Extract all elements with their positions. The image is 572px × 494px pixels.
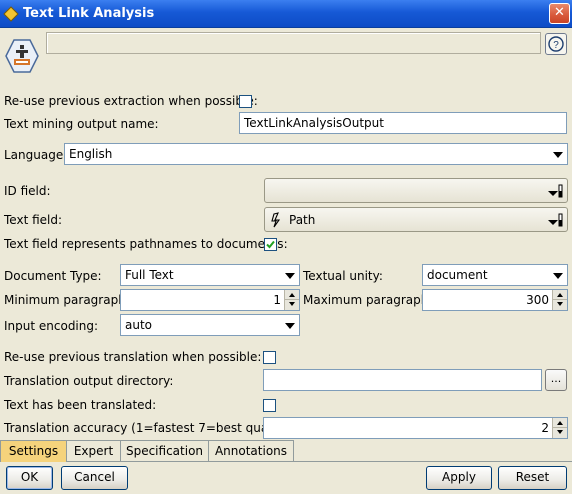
increment-button[interactable] xyxy=(284,290,299,300)
language-value: English xyxy=(69,147,113,161)
textual-unity-select[interactable]: document xyxy=(422,264,568,286)
reuse-extraction-label: Re-use previous extraction when possible… xyxy=(4,94,258,108)
max-paragraph-stepper[interactable]: 300 xyxy=(422,289,568,311)
text-field-select[interactable]: Path xyxy=(264,207,568,232)
reuse-translation-checkbox[interactable] xyxy=(263,351,276,364)
pathnames-label: Text field represents pathnames to docum… xyxy=(4,237,288,251)
input-encoding-label: Input encoding: xyxy=(4,319,99,333)
text-field-label: Text field: xyxy=(4,213,63,227)
output-name-input[interactable]: TextLinkAnalysisOutput xyxy=(239,112,567,134)
decrement-button[interactable] xyxy=(284,300,299,310)
svg-text:?: ? xyxy=(553,40,559,51)
input-encoding-select[interactable]: auto xyxy=(120,314,300,336)
help-icon: ? xyxy=(548,36,564,52)
max-paragraph-label: Maximum paragraph: xyxy=(303,293,433,307)
diamond-icon xyxy=(3,6,19,22)
ok-button[interactable]: OK xyxy=(6,466,53,490)
language-select[interactable]: English xyxy=(64,143,568,165)
translation-accuracy-stepper[interactable]: 2 xyxy=(263,417,568,439)
chevron-down-icon xyxy=(553,152,563,158)
help-button[interactable]: ? xyxy=(545,33,567,55)
min-paragraph-stepper[interactable]: 1 xyxy=(120,289,300,311)
tab-annotations[interactable]: Annotations xyxy=(208,440,294,461)
translation-accuracy-value: 2 xyxy=(541,421,549,435)
tab-expert[interactable]: Expert xyxy=(66,440,121,461)
id-field-select[interactable] xyxy=(264,178,568,203)
output-name-label: Text mining output name: xyxy=(4,117,159,131)
title-bar: Text Link Analysis ✕ xyxy=(0,0,572,28)
language-label: Language: xyxy=(4,148,68,162)
apply-button[interactable]: Apply xyxy=(426,466,492,490)
reuse-extraction-checkbox[interactable] xyxy=(239,95,252,108)
textual-unity-label: Textual unity: xyxy=(303,269,383,283)
text-field-value: Path xyxy=(289,213,316,227)
chevron-down-icon xyxy=(285,273,295,279)
min-paragraph-value: 1 xyxy=(273,293,281,307)
window-title: Text Link Analysis xyxy=(23,6,155,21)
decrement-button[interactable] xyxy=(552,428,567,438)
document-type-value: Full Text xyxy=(125,268,174,282)
reset-button[interactable]: Reset xyxy=(498,466,567,490)
translated-label: Text has been translated: xyxy=(4,398,157,412)
chevron-down-icon xyxy=(553,273,563,279)
translation-dir-input[interactable] xyxy=(263,369,542,391)
field-picker-icon xyxy=(548,213,563,227)
document-type-select[interactable]: Full Text xyxy=(120,264,300,286)
translation-accuracy-label: Translation accuracy (1=fastest 7=best q… xyxy=(4,421,296,435)
increment-button[interactable] xyxy=(552,290,567,300)
document-type-label: Document Type: xyxy=(4,269,102,283)
translated-checkbox[interactable] xyxy=(263,399,276,412)
text-link-analysis-node-icon xyxy=(5,39,39,73)
id-field-label: ID field: xyxy=(4,184,51,198)
node-annotation-field[interactable] xyxy=(46,32,541,54)
tab-bar: Settings Expert Specification Annotation… xyxy=(0,440,572,462)
field-picker-icon xyxy=(548,184,563,198)
reuse-translation-label: Re-use previous translation when possibl… xyxy=(4,350,262,364)
translation-dir-label: Translation output directory: xyxy=(4,374,174,388)
min-paragraph-label: Minimum paragraph: xyxy=(4,293,130,307)
decrement-button[interactable] xyxy=(552,300,567,310)
checkmark-icon xyxy=(266,240,275,249)
increment-button[interactable] xyxy=(552,418,567,428)
input-encoding-value: auto xyxy=(125,318,153,332)
cancel-button[interactable]: Cancel xyxy=(61,466,128,490)
tab-settings[interactable]: Settings xyxy=(0,440,67,462)
string-field-icon xyxy=(271,212,281,228)
pathnames-checkbox[interactable] xyxy=(264,238,277,251)
tab-specification[interactable]: Specification xyxy=(120,440,209,461)
max-paragraph-value: 300 xyxy=(526,293,549,307)
close-button[interactable]: ✕ xyxy=(549,3,570,24)
textual-unity-value: document xyxy=(427,268,488,282)
chevron-down-icon xyxy=(285,323,295,329)
browse-button[interactable]: ... xyxy=(545,369,567,391)
